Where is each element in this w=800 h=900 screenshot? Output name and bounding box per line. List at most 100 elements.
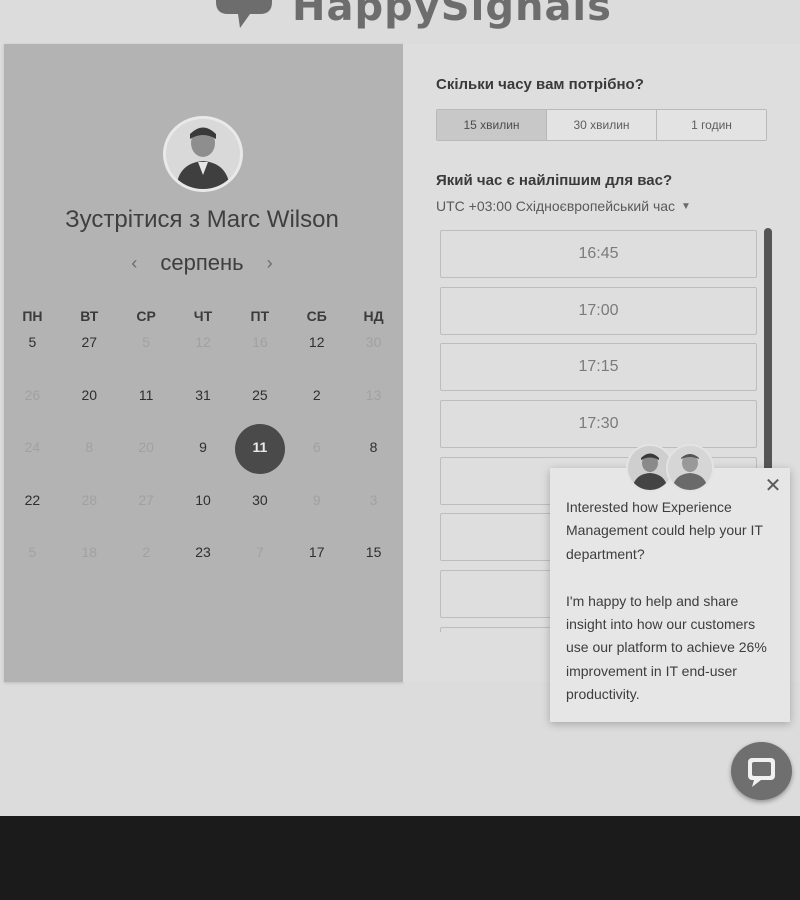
agent-avatar — [666, 444, 714, 492]
time-slot-button[interactable]: 17:15 — [440, 343, 757, 392]
calendar-grid: ПН ВТ СР ЧТ ПТ СБ НД 5 27 5 12 16 12 30 26 20 11 31 25 2 13… — [4, 308, 402, 595]
duration-option[interactable]: 30 хвилин — [547, 110, 657, 140]
calendar-weeks: 5 27 5 12 16 12 30 26 20 11 31 25 2 13 24 8 20 9 11 6 8 22 28 2… — [4, 332, 402, 595]
calendar-day-number: 9 — [312, 491, 321, 508]
calendar-day: 3 — [345, 490, 402, 543]
calendar-day-number: 27 — [138, 491, 154, 508]
calendar-day: 9 — [288, 490, 345, 543]
calendar-day: 5 — [118, 332, 175, 385]
calendar-day[interactable]: 20 — [61, 385, 118, 438]
calendar-day-number: 20 — [138, 439, 154, 456]
calendar-day-number: 10 — [195, 491, 211, 508]
chat-popup-message: Interested how Experience Management cou… — [566, 496, 778, 730]
calendar-day: 26 — [4, 385, 61, 438]
calendar-day-number: 31 — [195, 386, 211, 403]
duration-option[interactable]: 1 годин — [657, 110, 766, 140]
calendar-day[interactable]: 27 — [61, 332, 118, 385]
weekday-label: ПТ — [250, 308, 270, 324]
calendar-day-number: 24 — [24, 439, 41, 456]
speech-bubble-logo-icon — [210, 0, 278, 30]
weekday-label: СБ — [306, 308, 327, 324]
chevron-right-icon[interactable]: › — [262, 253, 278, 274]
duration-question: Скільки часу вам потрібно? — [436, 76, 644, 93]
weekday-label: ВТ — [80, 308, 99, 324]
brand-logo[interactable]: HappySignals — [210, 0, 612, 32]
calendar-day-selected[interactable]: 11 — [231, 424, 288, 490]
calendar-day[interactable]: 10 — [175, 490, 232, 543]
meeting-title: Зустрітися з Marc Wilson — [65, 206, 339, 233]
weekday-header: ПН ВТ СР ЧТ ПТ СБ НД — [4, 308, 402, 332]
calendar-day: 18 — [61, 542, 118, 595]
weekday-label: НД — [363, 308, 384, 324]
calendar-day-number: 7 — [255, 544, 264, 561]
calendar-day-number: 28 — [81, 491, 98, 508]
calendar-day-number: 8 — [85, 439, 94, 456]
calendar-day-number: 25 — [252, 386, 268, 403]
calendar-day-number: 3 — [369, 491, 378, 508]
calendar-day-number: 26 — [24, 386, 41, 403]
calendar-day[interactable]: 17 — [288, 542, 345, 595]
calendar-day-number: 2 — [142, 544, 151, 561]
close-icon[interactable]: ✕ — [764, 476, 782, 496]
calendar-day: 28 — [61, 490, 118, 543]
calendar-week-row: 5 18 2 23 7 17 15 — [4, 542, 402, 595]
calendar-day[interactable]: 31 — [175, 385, 232, 438]
chat-popup-paragraph: Interested how Experience Management cou… — [566, 499, 763, 562]
calendar-day-number: 30 — [365, 334, 382, 350]
calendar-day-number: 8 — [369, 439, 378, 456]
calendar-day-number: 5 — [28, 544, 37, 561]
calendar-day[interactable]: 11 — [118, 385, 175, 438]
calendar-day-number: 30 — [252, 491, 268, 508]
weekday-label: ПН — [22, 308, 43, 324]
calendar-day-number: 12 — [308, 334, 325, 350]
calendar-day: 24 — [4, 437, 61, 490]
timezone-label: UTC +03:00 Східноєвропейський час — [436, 198, 676, 214]
calendar-day: 16 — [231, 332, 288, 385]
calendar-day[interactable]: 23 — [175, 542, 232, 595]
weekday-label: СР — [136, 308, 156, 324]
calendar-day-number: 16 — [252, 334, 268, 350]
duration-option[interactable]: 15 хвилин — [437, 110, 547, 140]
calendar-day-number: 27 — [81, 334, 98, 350]
time-slot-scrollbar[interactable] — [764, 228, 772, 488]
calendar-day-number: 5 — [142, 334, 151, 350]
month-label: серпень — [160, 250, 244, 275]
time-slot-button[interactable]: 16:45 — [440, 230, 757, 278]
calendar-day[interactable]: 2 — [288, 385, 345, 438]
calendar-day-number: 22 — [24, 491, 41, 508]
calendar-week-row: 5 27 5 12 16 12 30 — [4, 332, 402, 385]
calendar-day: 20 — [118, 437, 175, 490]
calendar-day[interactable]: 22 — [4, 490, 61, 543]
calendar-day: 27 — [118, 490, 175, 543]
calendar-week-row: 24 8 20 9 11 6 8 — [4, 424, 402, 490]
calendar-day-number: 12 — [195, 334, 211, 350]
calendar-day-number: 2 — [312, 386, 321, 403]
time-slot-button[interactable]: 17:30 — [440, 400, 757, 449]
calendar-week-row: 26 20 11 31 25 2 13 — [4, 385, 402, 438]
chat-agents — [626, 444, 718, 492]
calendar-day[interactable]: 9 — [175, 437, 232, 490]
calendar-day[interactable]: 30 — [231, 490, 288, 543]
calendar-day: 8 — [61, 437, 118, 490]
calendar-day-number: 6 — [312, 439, 321, 456]
calendar-day[interactable]: 5 — [4, 332, 61, 385]
calendar-day: 2 — [118, 542, 175, 595]
timezone-selector[interactable]: UTC +03:00 Східноєвропейський час ▼ — [436, 198, 691, 214]
calendar-day-number: 20 — [81, 386, 98, 403]
chat-bubble-icon — [748, 758, 775, 787]
calendar-day[interactable]: 15 — [345, 542, 402, 595]
calendar-day: 12 — [175, 332, 232, 385]
month-navigation: ‹ серпень › — [0, 250, 404, 276]
calendar-day[interactable]: 12 — [288, 332, 345, 385]
time-slot-button[interactable]: 17:00 — [440, 286, 757, 335]
calendar-day-number: 18 — [81, 544, 98, 561]
calendar-day: 5 — [4, 542, 61, 595]
chat-popup-paragraph: I'm happy to help and share insight into… — [566, 592, 767, 703]
calendar-day-number: 9 — [199, 439, 207, 456]
calendar-day[interactable]: 8 — [345, 437, 402, 490]
calendar-day-number: 11 — [234, 424, 285, 475]
chevron-left-icon[interactable]: ‹ — [126, 253, 142, 274]
chat-popup: ✕ Interested how Experience Management c… — [550, 468, 790, 722]
chat-launcher-button[interactable] — [731, 742, 792, 800]
calendar-day: 6 — [288, 437, 345, 490]
